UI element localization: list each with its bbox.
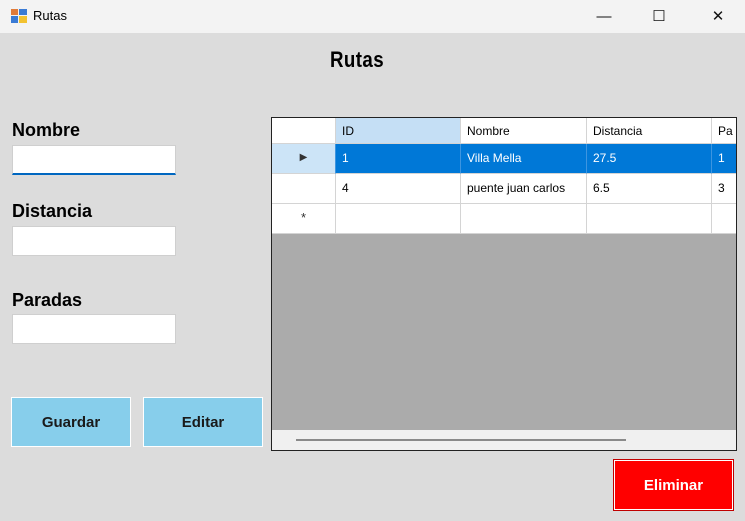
new-row[interactable]: * (272, 204, 736, 234)
column-header-distancia[interactable]: Distancia (587, 118, 712, 144)
column-header-id[interactable]: ID (336, 118, 461, 144)
scrollbar-thumb[interactable] (296, 439, 626, 441)
form-client-area: Rutas Nombre Distancia Paradas Guardar E… (0, 33, 745, 521)
routes-grid[interactable]: ID Nombre Distancia Pa ▶ 1 Villa Mella 2… (271, 117, 737, 451)
window-title: Rutas (33, 8, 67, 23)
eliminar-button[interactable]: Eliminar (613, 459, 734, 511)
cell-distancia[interactable] (587, 204, 712, 234)
column-header-paradas[interactable]: Pa (712, 118, 736, 144)
cell-distancia[interactable]: 27.5 (587, 144, 712, 174)
table-row[interactable]: 4 puente juan carlos 6.5 3 (272, 174, 736, 204)
cell-paradas[interactable]: 3 (712, 174, 736, 204)
close-button[interactable]: ✕ (695, 0, 741, 33)
current-row-marker[interactable]: ▶ (272, 144, 336, 174)
row-header-cell[interactable] (272, 174, 336, 204)
cell-id[interactable]: 1 (336, 144, 461, 174)
paradas-label: Paradas (12, 290, 83, 310)
horizontal-scrollbar[interactable] (272, 430, 736, 450)
column-header-nombre[interactable]: Nombre (461, 118, 587, 144)
cell-nombre[interactable] (461, 204, 587, 234)
cell-paradas[interactable]: 1 (712, 144, 736, 174)
editar-button[interactable]: Editar (143, 397, 263, 447)
cell-paradas[interactable] (712, 204, 736, 234)
paradas-field[interactable] (12, 314, 176, 344)
cell-id[interactable] (336, 204, 461, 234)
nombre-field[interactable] (12, 145, 176, 175)
nombre-label: Nombre (12, 120, 81, 140)
maximize-button[interactable]: ☐ (636, 0, 682, 33)
distancia-field[interactable] (12, 226, 176, 256)
distancia-label: Distancia (12, 201, 93, 221)
cell-distancia[interactable]: 6.5 (587, 174, 712, 204)
cell-nombre[interactable]: puente juan carlos (461, 174, 587, 204)
cell-nombre[interactable]: Villa Mella (461, 144, 587, 174)
new-row-marker[interactable]: * (272, 204, 336, 234)
guardar-button[interactable]: Guardar (11, 397, 131, 447)
form-title: Rutas (330, 47, 385, 72)
app-icon (11, 9, 27, 23)
corner-header-cell[interactable] (272, 118, 336, 144)
table-row[interactable]: ▶ 1 Villa Mella 27.5 1 (272, 144, 736, 174)
title-bar: Rutas — ☐ ✕ (0, 0, 745, 33)
cell-id[interactable]: 4 (336, 174, 461, 204)
minimize-button[interactable]: — (581, 0, 627, 33)
